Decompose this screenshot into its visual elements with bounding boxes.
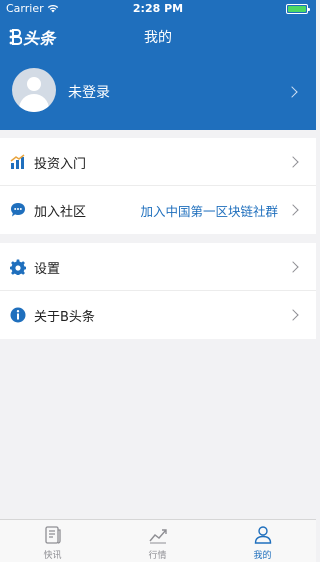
chevron-right-icon	[287, 261, 299, 273]
tab-label: 我的	[253, 551, 272, 561]
menu-item-label: 设置	[34, 262, 61, 277]
chevron-right-icon	[287, 204, 299, 216]
menu-item-investing[interactable]: 投资入门	[0, 138, 316, 186]
page-title: 我的	[144, 30, 172, 46]
battery-icon	[286, 4, 310, 14]
menu-item-label: 加入社区	[34, 205, 87, 220]
community-description: 加入中国第一区块链社群	[140, 204, 278, 219]
info-icon	[10, 307, 26, 323]
tab-label: 快讯	[43, 551, 62, 561]
profile-row[interactable]: 未登录	[0, 64, 316, 118]
avatar	[12, 68, 56, 112]
login-status: 未登录	[68, 85, 110, 101]
chart-bars-icon	[10, 154, 25, 169]
header: 头条 我的 未登录	[0, 18, 316, 130]
tab-bar: 快讯 行情 我的	[0, 519, 316, 562]
news-icon	[45, 526, 61, 544]
tab-me[interactable]: 我的	[210, 520, 315, 562]
chat-bubble-icon	[11, 203, 25, 217]
chevron-right-icon	[287, 156, 299, 168]
menu-item-label: 关于B头条	[34, 310, 95, 325]
menu-group-1: 投资入门 加入社区 加入中国第一区块链社群	[0, 138, 316, 234]
tab-label: 行情	[148, 551, 167, 561]
trend-icon	[149, 529, 167, 544]
status-time: 2:28 PM	[132, 2, 184, 15]
gear-icon	[10, 259, 26, 275]
tab-market[interactable]: 行情	[105, 520, 210, 562]
menu-item-settings[interactable]: 设置	[0, 243, 316, 291]
tab-news[interactable]: 快讯	[0, 520, 105, 562]
menu-item-about[interactable]: 关于B头条	[0, 291, 316, 339]
chevron-right-icon	[286, 86, 298, 98]
status-bar: Carrier 2:28 PM	[0, 0, 316, 18]
menu-group-2: 设置 关于B头条	[0, 243, 316, 339]
menu-item-label: 投资入门	[34, 157, 87, 172]
chevron-right-icon	[287, 309, 299, 321]
menu-item-community[interactable]: 加入社区 加入中国第一区块链社群	[0, 186, 316, 234]
user-icon	[254, 526, 272, 544]
